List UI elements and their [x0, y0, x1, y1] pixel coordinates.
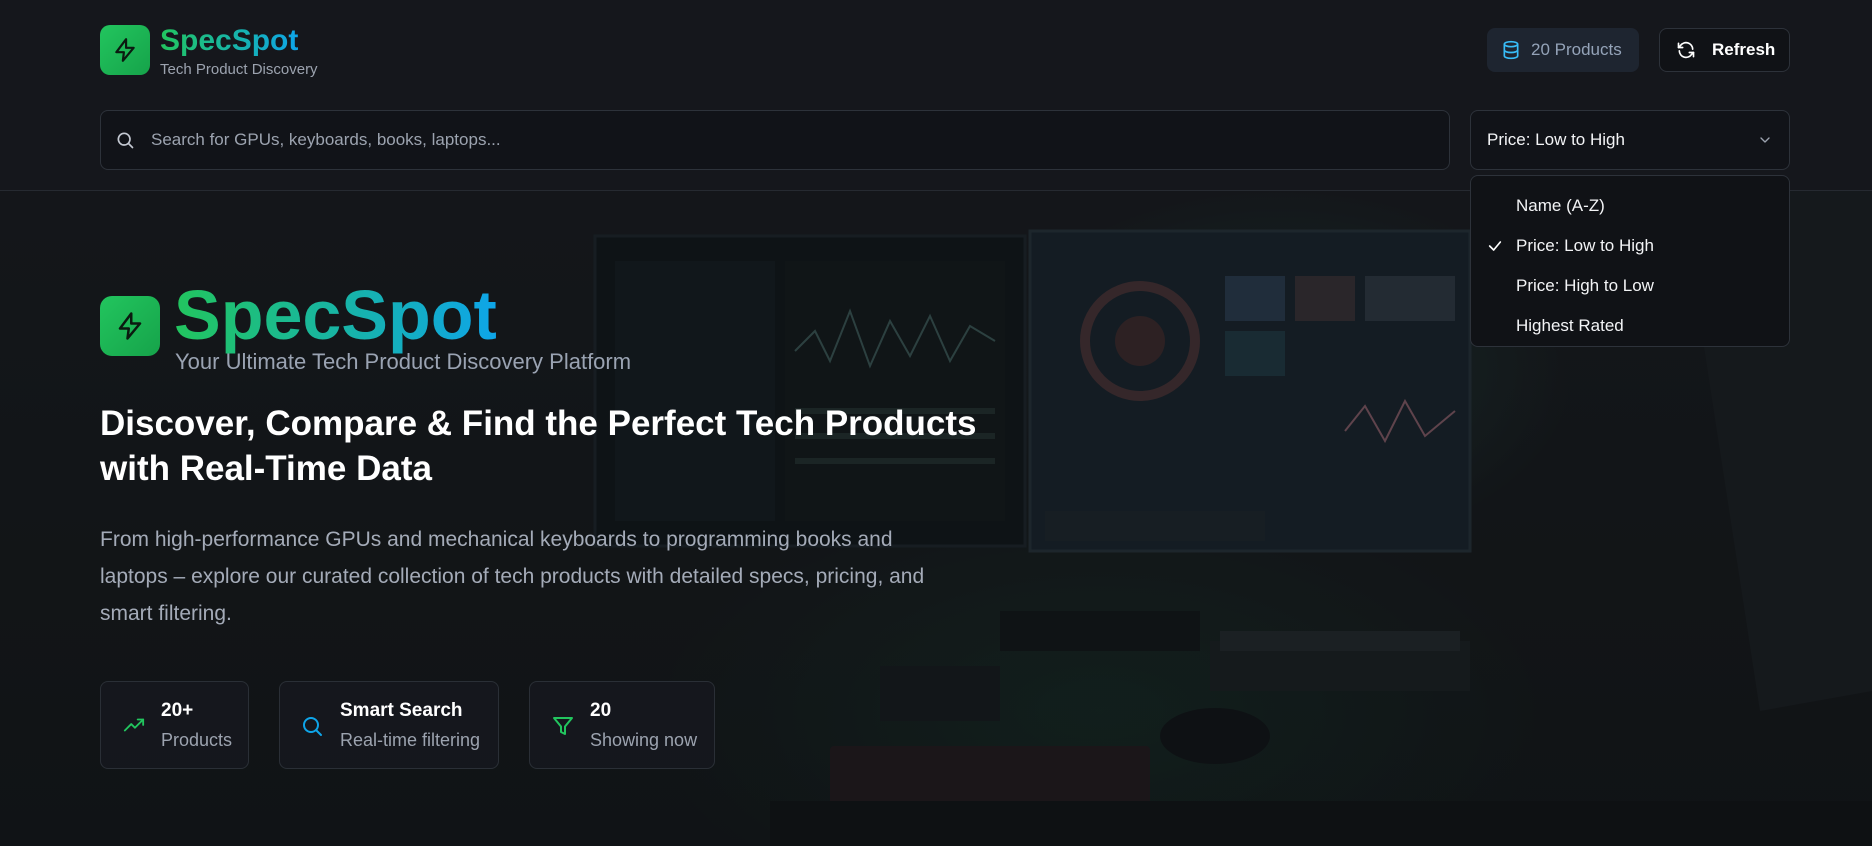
hero-brand-name: SpecSpot: [174, 276, 497, 354]
database-icon: [1503, 40, 1519, 60]
logo-badge[interactable]: [100, 25, 150, 75]
sort-select[interactable]: Price: Low to High: [1470, 110, 1790, 170]
sort-dropdown-menu: Name (A-Z) Price: Low to High Price: Hig…: [1470, 175, 1790, 347]
refresh-icon: [1677, 41, 1695, 59]
sort-selected-value: Price: Low to High: [1487, 130, 1625, 149]
refresh-button[interactable]: Refresh: [1659, 28, 1790, 72]
chevron-down-icon: [1760, 137, 1770, 143]
product-count-chip: 20 Products: [1487, 28, 1639, 72]
stat-value: Smart Search: [340, 700, 463, 721]
lightning-bolt-icon: [115, 38, 135, 62]
stat-card-showing-now: 20 Showing now: [529, 681, 715, 769]
sort-option-label: Highest Rated: [1516, 316, 1624, 335]
refresh-label: Refresh: [1712, 40, 1776, 59]
stat-value: 20: [590, 700, 612, 721]
check-icon: [1488, 241, 1502, 251]
sort-option-label: Price: Low to High: [1516, 236, 1654, 255]
sort-option-name-az[interactable]: Name (A-Z): [1471, 186, 1789, 226]
sort-option-price-low-high[interactable]: Price: Low to High: [1471, 226, 1789, 266]
search-bar[interactable]: [100, 110, 1450, 170]
brand-tagline: Tech Product Discovery: [160, 61, 318, 78]
hero-description: From high-performance GPUs and mechanica…: [100, 528, 925, 625]
search-icon: [117, 132, 134, 149]
stat-value: 20+: [161, 700, 194, 721]
filter-icon: [553, 717, 573, 735]
brand-name[interactable]: SpecSpot: [160, 22, 298, 60]
lightning-bolt-icon: [118, 312, 142, 340]
search-input[interactable]: [149, 129, 1449, 151]
sort-option-highest-rated[interactable]: Highest Rated: [1471, 306, 1789, 346]
product-count-label: 20 Products: [1531, 40, 1622, 59]
search-icon: [303, 717, 322, 736]
stat-card-smart-search: Smart Search Real-time filtering: [279, 681, 499, 769]
stat-label: Products: [161, 730, 233, 750]
sort-option-price-high-low[interactable]: Price: High to Low: [1471, 266, 1789, 306]
sort-option-label: Name (A-Z): [1516, 196, 1605, 215]
trending-up-icon: [123, 718, 145, 732]
hero-title: Discover, Compare & Find the Perfect Tec…: [100, 404, 977, 488]
hero-logo-badge: [100, 296, 160, 356]
stat-card-products: 20+ Products: [100, 681, 249, 769]
sort-option-label: Price: High to Low: [1516, 276, 1654, 295]
hero-tagline: Your Ultimate Tech Product Discovery Pla…: [175, 349, 632, 374]
top-header: SpecSpot Tech Product Discovery 20 Produ…: [0, 0, 1872, 191]
stat-label: Real-time filtering: [340, 730, 481, 750]
stat-label: Showing now: [590, 730, 698, 750]
